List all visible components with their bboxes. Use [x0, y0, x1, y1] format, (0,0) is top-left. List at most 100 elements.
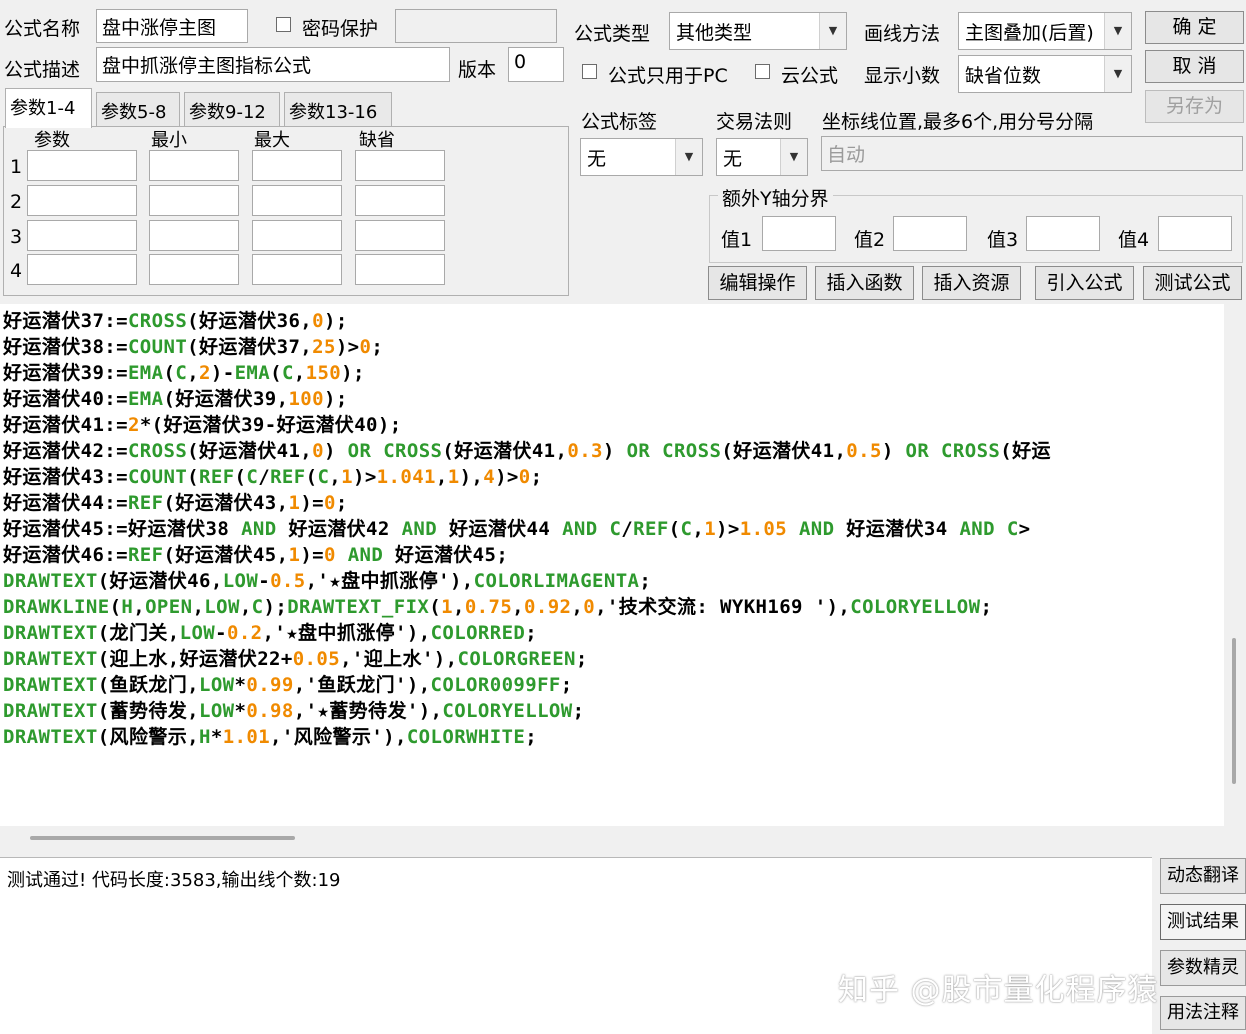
cloud-label: 云公式	[781, 65, 839, 87]
code-token: ;	[371, 336, 384, 358]
decimals-select[interactable]: 缺省位数 ▼	[958, 55, 1132, 93]
vertical-scroll-thumb[interactable]	[1232, 638, 1236, 784]
horizontal-scroll-thumb[interactable]	[30, 836, 295, 840]
cancel-button[interactable]: 取 消	[1145, 50, 1244, 83]
param-wizard-button[interactable]: 参数精灵	[1160, 950, 1246, 986]
code-token: ,	[452, 596, 465, 618]
code-token: C	[251, 596, 264, 618]
editor-vertical-scrollbar[interactable]	[1224, 304, 1246, 826]
val2-input[interactable]	[893, 216, 967, 251]
code-token: 2	[127, 414, 140, 436]
code-token: 0.05	[292, 648, 341, 670]
password-checkbox[interactable]	[276, 17, 291, 32]
pc-only-checkbox[interactable]	[582, 64, 597, 79]
code-token: (	[668, 518, 681, 540]
param-input[interactable]	[27, 254, 137, 285]
code-token: REF	[270, 466, 306, 488]
code-line: DRAWTEXT(风险警示,H*1.01,'风险警示'),COLORWHITE;	[3, 724, 537, 750]
param-max-input[interactable]	[252, 254, 342, 285]
code-token: (	[429, 596, 442, 618]
code-token: 1.01	[222, 726, 271, 748]
val1-input[interactable]	[762, 216, 836, 251]
code-line: 好运潜伏44:=REF(好运潜伏43,1)=0;	[3, 490, 348, 516]
param-default-input[interactable]	[355, 185, 445, 216]
code-token: 好运潜伏43:=	[3, 466, 128, 488]
code-token: CROSS	[127, 440, 188, 462]
code-line: 好运潜伏46:=REF(好运潜伏45,1)=0 AND 好运潜伏45;	[3, 542, 508, 568]
code-token: (龙门关,	[97, 622, 180, 644]
code-token: COLORRED	[430, 622, 526, 644]
code-token: (好运潜伏36,	[187, 310, 313, 332]
draw-method-select[interactable]: 主图叠加(后置) ▼	[958, 12, 1132, 50]
code-token: 0	[324, 492, 336, 514]
code-token: OPEN	[145, 596, 193, 618]
param-min-input[interactable]	[149, 150, 239, 181]
tab-params-9-12[interactable]: 参数9-12	[184, 92, 280, 126]
code-token: )	[881, 440, 906, 462]
ok-button[interactable]: 确 定	[1145, 11, 1244, 44]
param-max-input[interactable]	[252, 150, 342, 181]
param-max-input[interactable]	[252, 220, 342, 251]
code-token: ,	[133, 596, 146, 618]
test-formula-button[interactable]: 测试公式	[1143, 266, 1242, 300]
chevron-down-icon: ▼	[1104, 56, 1131, 92]
formula-type-select[interactable]: 其他类型 ▼	[669, 12, 847, 50]
cloud-checkbox[interactable]	[755, 64, 770, 79]
tag-value: 无	[587, 148, 607, 170]
param-min-input[interactable]	[149, 254, 239, 285]
param-max-input[interactable]	[252, 185, 342, 216]
code-editor[interactable]: 好运潜伏37:=CROSS(好运潜伏36,0); 好运潜伏38:=COUNT(好运…	[0, 304, 1224, 826]
code-token: LOW	[179, 622, 216, 644]
code-token: 1	[341, 466, 353, 488]
param-input[interactable]	[27, 185, 137, 216]
trade-rule-label: 交易法则	[716, 111, 793, 133]
code-token: );	[323, 310, 348, 332]
code-token: (好运	[1000, 440, 1051, 462]
code-token: 1.05	[739, 518, 788, 540]
edit-ops-button[interactable]: 编辑操作	[708, 266, 807, 300]
insert-function-button[interactable]: 插入函数	[815, 266, 914, 300]
code-token: 0.99	[246, 674, 294, 696]
tag-select[interactable]: 无 ▼	[580, 138, 703, 176]
formula-name-label: 公式名称	[4, 18, 81, 40]
param-input[interactable]	[27, 150, 137, 181]
version-input[interactable]: 0	[508, 47, 564, 82]
code-token: COLORGREEN	[457, 648, 576, 670]
import-formula-button[interactable]: 引入公式	[1035, 266, 1134, 300]
tab-params-1-4[interactable]: 参数1-4	[5, 88, 92, 128]
code-token: ;	[335, 492, 348, 514]
code-token: 1	[704, 518, 717, 540]
insert-resource-button[interactable]: 插入资源	[922, 266, 1021, 300]
param-min-input[interactable]	[149, 185, 239, 216]
usage-notes-button[interactable]: 用法注释	[1160, 996, 1246, 1030]
editor-horizontal-scrollbar[interactable]	[0, 826, 1224, 854]
param-input[interactable]	[27, 220, 137, 251]
code-token: ,'鱼跃龙门'),	[293, 674, 431, 696]
tab-params-5-8[interactable]: 参数5-8	[96, 92, 180, 126]
val4-input[interactable]	[1158, 216, 1232, 251]
code-token: 好运潜伏45;	[383, 544, 509, 566]
dynamic-translate-button[interactable]: 动态翻译	[1160, 858, 1246, 894]
code-token: (好运潜伏41,	[442, 440, 568, 462]
param-default-input[interactable]	[355, 220, 445, 251]
code-line: 好运潜伏38:=COUNT(好运潜伏37,25)>0;	[3, 334, 383, 360]
formula-desc-input[interactable]: 盘中抓涨停主图指标公式	[96, 47, 450, 82]
code-token: 好运潜伏34	[834, 518, 960, 540]
formula-name-input[interactable]: 盘中涨停主图	[96, 9, 248, 43]
test-result-button[interactable]: 测试结果	[1160, 904, 1246, 940]
param-min-input[interactable]	[149, 220, 239, 251]
tab-params-13-16[interactable]: 参数13-16	[284, 92, 392, 126]
val3-input[interactable]	[1026, 216, 1100, 251]
formula-desc-label: 公式描述	[4, 59, 81, 81]
code-token: (好运潜伏41,	[187, 440, 313, 462]
code-token: (	[163, 362, 176, 384]
code-token: 100	[288, 388, 324, 410]
trade-rule-select[interactable]: 无 ▼	[716, 138, 808, 176]
code-token: 好运潜伏42:=	[3, 440, 128, 462]
pc-only-label: 公式只用于PC	[608, 65, 728, 87]
code-token: LOW	[199, 700, 235, 722]
param-default-input[interactable]	[355, 150, 445, 181]
param-default-input[interactable]	[355, 254, 445, 285]
val4-label: 值4	[1118, 229, 1150, 251]
code-token: *	[234, 674, 247, 696]
